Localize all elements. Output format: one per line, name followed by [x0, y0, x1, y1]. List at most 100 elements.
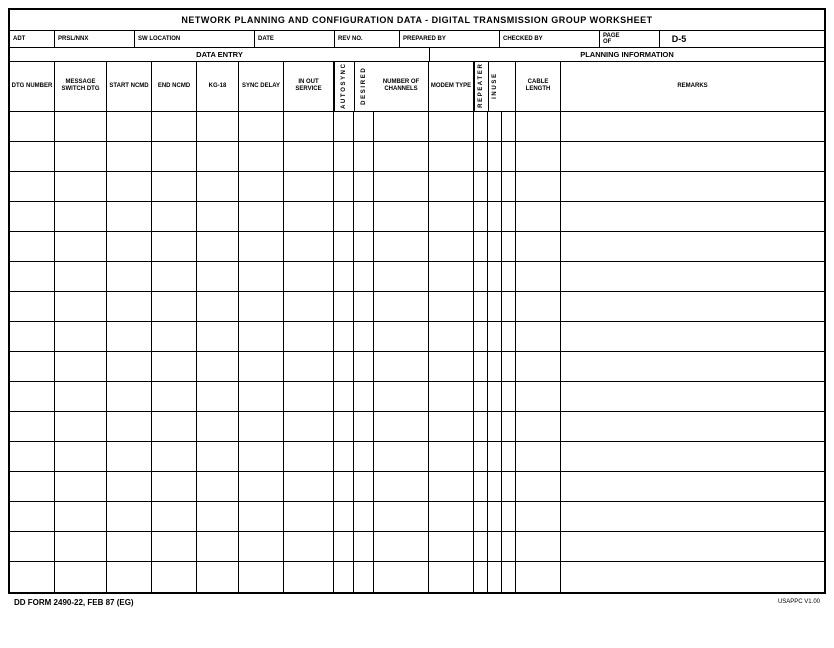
- cell-kg: [197, 232, 239, 261]
- cell-numch: [374, 142, 429, 171]
- form-id: DD FORM 2490-22, FEB 87 (EG): [14, 598, 134, 607]
- cell-kg: [197, 472, 239, 501]
- cell-msg: [55, 412, 107, 441]
- prsl-label: PRSL/NNX: [58, 36, 131, 42]
- cell-modem: [429, 442, 474, 471]
- cell-numch: [374, 202, 429, 231]
- section-labels-row: DATA ENTRY PLANNING INFORMATION: [10, 48, 824, 62]
- cell-sync: [239, 472, 284, 501]
- cell-desired: [354, 412, 374, 441]
- cell-numch: [374, 352, 429, 381]
- cell-inout: [284, 532, 334, 561]
- cell-kg: [197, 382, 239, 411]
- cell-msg: [55, 322, 107, 351]
- cell-kg: [197, 352, 239, 381]
- cell-cable: [516, 262, 561, 291]
- col-dtg-number: DTG NUMBER: [10, 62, 55, 111]
- cell-remarks: [561, 142, 824, 171]
- page-cell: PAGE OF: [600, 31, 660, 47]
- cell-dtg: [10, 262, 55, 291]
- prepared-by-label: PREPARED BY: [403, 36, 496, 42]
- form-footer: DD FORM 2490-22, FEB 87 (EG) USAPPC V1.0…: [8, 594, 826, 611]
- cell-end: [152, 322, 197, 351]
- cell-rep: [474, 382, 488, 411]
- cell-remarks: [561, 502, 824, 531]
- cell-modem: [429, 382, 474, 411]
- cell-numch: [374, 292, 429, 321]
- checked-by-cell: CHECKED BY: [500, 31, 600, 47]
- cell-dtg: [10, 532, 55, 561]
- cell-in: [488, 172, 502, 201]
- cell-numch: [374, 412, 429, 441]
- adt-cell: ADT: [10, 31, 55, 47]
- cell-use: [502, 382, 516, 411]
- cell-cable: [516, 142, 561, 171]
- cell-cable: [516, 562, 561, 592]
- table-row: [10, 502, 824, 532]
- cell-msg: [55, 232, 107, 261]
- cell-start: [107, 502, 152, 531]
- cell-cable: [516, 472, 561, 501]
- cell-msg: [55, 472, 107, 501]
- cell-end: [152, 232, 197, 261]
- cell-desired: [354, 322, 374, 351]
- of-label: OF: [603, 39, 656, 45]
- cell-dtg: [10, 202, 55, 231]
- cell-rep: [474, 502, 488, 531]
- cell-start: [107, 202, 152, 231]
- cell-end: [152, 292, 197, 321]
- cell-msg: [55, 262, 107, 291]
- cell-inout: [284, 382, 334, 411]
- cell-cable: [516, 292, 561, 321]
- cell-auto: [334, 532, 354, 561]
- table-row: [10, 232, 824, 262]
- cell-dtg: [10, 172, 55, 201]
- cell-modem: [429, 172, 474, 201]
- cell-dtg: [10, 562, 55, 592]
- col-end-ncmd: END NCMD: [152, 62, 197, 111]
- cell-msg: [55, 352, 107, 381]
- table-row: [10, 532, 824, 562]
- prsl-cell: PRSL/NNX: [55, 31, 135, 47]
- cell-msg: [55, 562, 107, 592]
- cell-dtg: [10, 352, 55, 381]
- cell-modem: [429, 292, 474, 321]
- cell-inout: [284, 322, 334, 351]
- cell-inout: [284, 112, 334, 141]
- rev-no-label: REV NO.: [338, 36, 396, 42]
- cell-numch: [374, 112, 429, 141]
- table-row: [10, 352, 824, 382]
- cell-end: [152, 352, 197, 381]
- cell-in: [488, 532, 502, 561]
- cell-use: [502, 532, 516, 561]
- col-message-switch: MESSAGE SWITCH DTG: [55, 62, 107, 111]
- cell-cable: [516, 502, 561, 531]
- cell-modem: [429, 142, 474, 171]
- col-in-out-service: IN OUT SERVICE: [284, 62, 334, 111]
- cell-kg: [197, 412, 239, 441]
- adt-label: ADT: [13, 36, 51, 42]
- cell-use: [502, 412, 516, 441]
- cell-end: [152, 412, 197, 441]
- prepared-by-cell: PREPARED BY: [400, 31, 500, 47]
- cell-start: [107, 232, 152, 261]
- cell-in: [488, 412, 502, 441]
- table-row: [10, 562, 824, 592]
- col-cable-length: CABLE LENGTH: [516, 62, 561, 111]
- cell-auto: [334, 562, 354, 592]
- cell-remarks: [561, 532, 824, 561]
- cell-inout: [284, 262, 334, 291]
- cell-use: [502, 172, 516, 201]
- cell-desired: [354, 352, 374, 381]
- cell-rep: [474, 292, 488, 321]
- cell-auto: [334, 412, 354, 441]
- cell-sync: [239, 262, 284, 291]
- form-title: NETWORK PLANNING AND CONFIGURATION DATA …: [10, 10, 824, 31]
- cell-auto: [334, 352, 354, 381]
- cell-dtg: [10, 442, 55, 471]
- cell-start: [107, 172, 152, 201]
- cell-cable: [516, 112, 561, 141]
- table-row: [10, 382, 824, 412]
- table-row: [10, 112, 824, 142]
- cell-dtg: [10, 412, 55, 441]
